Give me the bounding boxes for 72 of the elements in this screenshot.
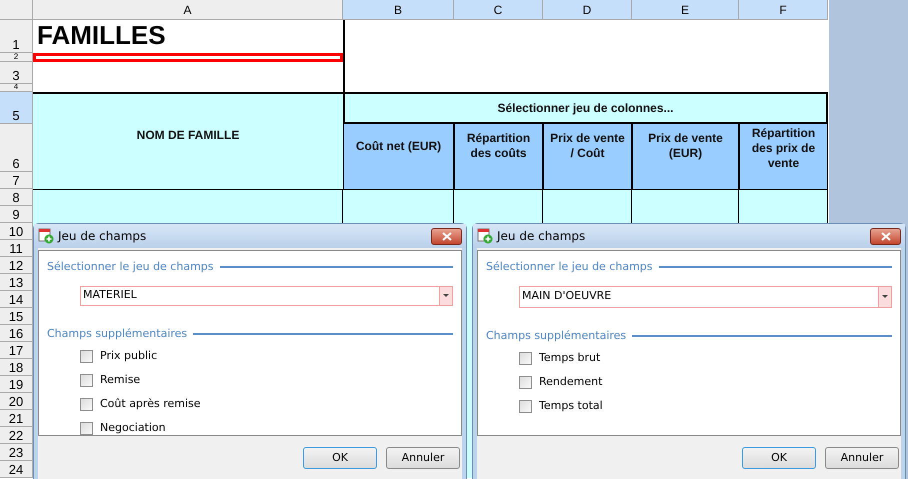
- row-header[interactable]: 5: [0, 92, 33, 124]
- row-header[interactable]: 21: [0, 410, 33, 427]
- section-label: Sélectionner le jeu de champs: [486, 259, 652, 275]
- ok-button[interactable]: OK: [303, 447, 377, 469]
- cancel-button[interactable]: Annuler: [825, 447, 899, 469]
- column-title: Répartition des prix de vente: [739, 124, 828, 189]
- corner-cell[interactable]: [0, 0, 33, 20]
- checkbox-label: Temps total: [539, 398, 603, 414]
- checkbox-label: Prix public: [100, 348, 158, 364]
- row-header[interactable]: 7: [0, 172, 33, 189]
- dialog-title: Jeu de champs: [58, 228, 146, 245]
- row-header[interactable]: 12: [0, 257, 33, 274]
- row-header[interactable]: 13: [0, 274, 33, 291]
- row-header[interactable]: 11: [0, 240, 33, 257]
- column-title: Répartition des coûts: [454, 124, 543, 189]
- row-header[interactable]: 10: [0, 223, 33, 240]
- row-header[interactable]: 20: [0, 393, 33, 410]
- checkbox[interactable]: [519, 352, 532, 365]
- row-header[interactable]: 16: [0, 325, 33, 342]
- section-label: Sélectionner le jeu de champs: [47, 259, 214, 275]
- section-label: Champs supplémentaires: [47, 326, 188, 342]
- column-header[interactable]: E: [632, 0, 739, 20]
- name-header: NOM DE FAMILLE: [33, 92, 343, 189]
- section-label: Champs supplémentaires: [486, 328, 626, 344]
- checkbox-label: Coût après remise: [100, 396, 201, 412]
- row-header[interactable]: 23: [0, 444, 33, 461]
- column-title: Coût net (EUR): [343, 124, 454, 189]
- row-header[interactable]: 8: [0, 189, 33, 206]
- checkbox[interactable]: [80, 398, 93, 411]
- checkbox[interactable]: [80, 350, 93, 363]
- column-title: Prix de vente / Coût: [543, 124, 632, 189]
- column-header[interactable]: B: [343, 0, 454, 20]
- row-header[interactable]: 18: [0, 359, 33, 376]
- row-header[interactable]: 9: [0, 206, 33, 223]
- sheet-title: FAMILLES: [36, 20, 167, 52]
- checkbox-label: Temps brut: [539, 350, 600, 366]
- row-header[interactable]: 1: [0, 20, 33, 53]
- close-icon: [442, 232, 452, 240]
- checkbox[interactable]: [519, 376, 532, 389]
- row-header[interactable]: 24: [0, 461, 33, 478]
- column-title: Prix de vente (EUR): [632, 124, 739, 189]
- checkbox[interactable]: [519, 400, 532, 413]
- checkbox-label: Rendement: [539, 374, 602, 390]
- row-header[interactable]: 22: [0, 427, 33, 444]
- table-add-icon: [477, 228, 493, 244]
- row-header[interactable]: 6: [0, 124, 33, 172]
- close-icon: [880, 232, 890, 240]
- column-header[interactable]: F: [739, 0, 828, 20]
- set-dropdown[interactable]: MATERIEL: [80, 286, 453, 306]
- checkbox-label: Remise: [100, 372, 140, 388]
- row-header[interactable]: 19: [0, 376, 33, 393]
- ok-button[interactable]: OK: [742, 447, 816, 469]
- cancel-button[interactable]: Annuler: [386, 447, 460, 469]
- dropdown-caret-icon: [882, 295, 888, 298]
- row-header[interactable]: 2: [0, 53, 33, 62]
- row-header[interactable]: 14: [0, 291, 33, 308]
- column-header[interactable]: A: [33, 0, 343, 20]
- set-dropdown[interactable]: MAIN D'OEUVRE: [519, 286, 892, 308]
- row-header[interactable]: 17: [0, 342, 33, 359]
- close-button[interactable]: [431, 228, 462, 244]
- checkbox[interactable]: [80, 374, 93, 387]
- row-header[interactable]: 15: [0, 308, 33, 325]
- table-add-icon: [38, 228, 54, 244]
- column-header[interactable]: D: [543, 0, 632, 20]
- row-header[interactable]: 3: [0, 62, 33, 84]
- checkbox[interactable]: [80, 422, 93, 435]
- dropdown-caret-icon: [443, 294, 449, 297]
- dialog-title: Jeu de champs: [497, 228, 586, 245]
- close-button[interactable]: [870, 228, 901, 244]
- checkbox-label: Negociation: [100, 420, 166, 436]
- group-header: Sélectionner jeu de colonnes...: [343, 92, 828, 124]
- column-header[interactable]: C: [454, 0, 543, 20]
